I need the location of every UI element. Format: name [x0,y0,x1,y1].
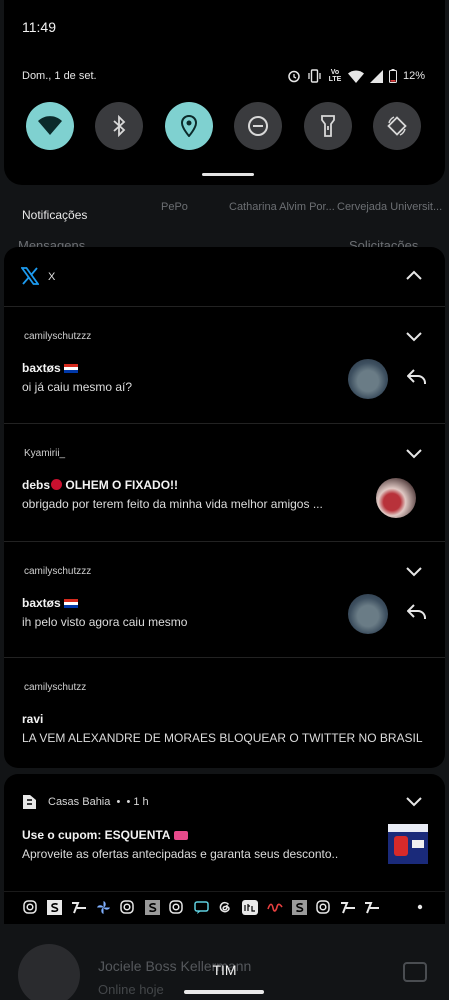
expand-chevron-icon[interactable] [405,566,423,578]
sender-avatar [348,359,388,399]
do-not-disturb-tile[interactable] [234,102,282,150]
casas-bahia-logo-icon [23,795,36,809]
notification-account: Kyamirii_ [24,448,66,459]
bluetooth-icon [113,115,126,137]
x-notification[interactable]: camilyschutzzz baxtøs oi já caiu mesmo a… [4,307,445,424]
notification-title: baxtøs [22,361,78,375]
instagram-icon [168,899,184,915]
location-tile[interactable] [165,102,213,150]
auto-rotate-icon [387,116,407,136]
s-app-icon [46,899,62,915]
threads-icon [217,899,233,915]
instagram-icon [315,899,331,915]
notification-title: ravi [22,712,44,726]
quick-settings-panel: 11:49 Dom., 1 de set. Vo LTE 12% [4,0,445,185]
battery-icon [388,69,397,83]
brand-app-icon [267,899,283,915]
collapse-chevron-icon[interactable] [405,269,423,281]
do-not-disturb-icon [248,116,268,136]
quick-tiles [26,102,426,150]
auto-rotate-tile[interactable] [373,102,421,150]
story-name: PePo [161,201,188,213]
vibrate-icon [308,69,321,83]
expand-chevron-icon[interactable] [405,448,423,460]
status-icons: Vo LTE 12% [287,68,425,84]
notification-title: debs OLHEM O FIXADO!! [22,478,179,492]
x-notification[interactable]: camilyschutzz ravi LA VEM ALEXANDRE DE M… [4,658,445,768]
x-app-name: X [48,271,56,283]
battery-percent: 12% [402,70,425,82]
x-notification[interactable]: camilyschutzzz baxtøs ih pelo visto agor… [4,542,445,658]
carrier-label: TIM [212,962,237,978]
x-notification[interactable]: Kyamirii_ debs OLHEM O FIXADO!! obrigado… [4,424,445,542]
story-name: Catharina Alvim Por... [229,201,335,213]
promo-thumbnail [388,824,428,864]
news-app-icon [71,899,87,915]
location-icon [181,115,197,137]
expand-chevron-icon[interactable] [405,331,423,343]
notification-text: Aproveite as ofertas antecipadas e garan… [22,847,339,861]
paraguay-flag-icon [63,364,78,373]
story-name: Cervejada Universit... [337,201,443,213]
date: Dom., 1 de set. [22,70,97,82]
x-group-header[interactable]: X [4,247,445,307]
notification-title: Use o cupom: ESQUENTA [22,828,189,842]
expand-chevron-icon[interactable] [405,796,423,808]
notification-title: baxtøs [22,596,78,610]
more-dot-icon [412,899,428,915]
news-app-icon [364,899,380,915]
x-logo-icon [21,267,39,285]
x-notification-group[interactable]: X camilyschutzzz baxtøs oi já caiu mesmo… [4,247,445,768]
clock: 11:49 [22,19,56,35]
message-app-icon [193,899,209,915]
instagram-icon [22,899,38,915]
s-app-icon [144,899,160,915]
itau-icon [242,899,258,915]
alarm-icon [288,70,300,83]
bluetooth-tile[interactable] [95,102,143,150]
sender-avatar [376,478,416,518]
flashlight-icon [321,115,335,137]
reply-icon[interactable] [407,369,427,385]
reply-icon[interactable] [407,604,427,620]
pinwheel-app-icon [95,899,111,915]
news-app-icon [340,899,356,915]
apple-emoji-icon [51,479,63,490]
notification-account: camilyschutzz [24,682,87,693]
signal-icon [369,69,383,83]
instagram-icon [119,899,135,915]
notification-text: LA VEM ALEXANDRE DE MORAES BLOQUEAR O TW… [22,731,423,745]
notification-account: camilyschutzzz [24,331,92,342]
flashlight-tile[interactable] [304,102,352,150]
wifi-icon [38,116,62,135]
notification-app-meta: Casas Bahia • • 1 h [48,796,149,808]
notification-text: oi já caiu mesmo aí? [22,380,133,394]
paraguay-flag-icon [63,599,78,608]
chat-status: Online hoje [98,982,164,997]
notification-text: obrigado por terem feito da minha vida m… [22,497,323,511]
drag-handle[interactable] [202,173,254,176]
notifications-heading: Notificações [22,208,88,222]
collapsed-notification-icons[interactable] [4,891,445,922]
notification-text: ih pelo visto agora caiu mesmo [22,615,188,629]
wifi-status-icon [347,70,364,83]
gesture-nav-bar[interactable] [184,990,264,994]
notification-account: camilyschutzzz [24,566,92,577]
volte-label: Vo LTE [328,69,342,83]
ticket-emoji-icon [174,831,189,840]
sender-avatar [348,594,388,634]
s-app-icon [291,899,307,915]
wifi-tile[interactable] [26,102,74,150]
